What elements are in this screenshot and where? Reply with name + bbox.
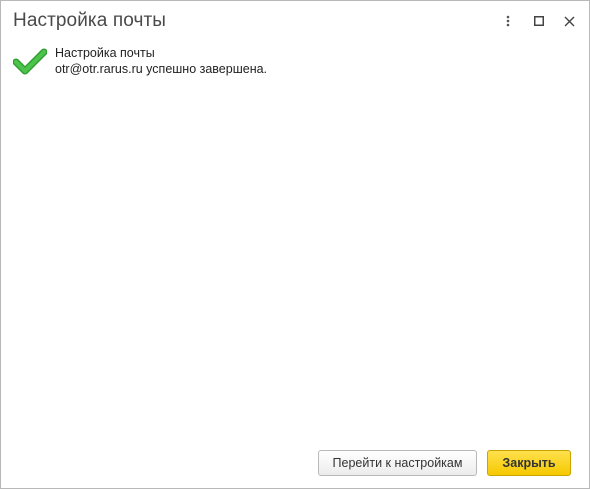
- close-window-button[interactable]: [559, 11, 579, 31]
- status-message-line-2: otr@otr.rarus.ru успешно завершена.: [55, 62, 268, 76]
- green-checkmark-icon: [13, 48, 47, 75]
- maximize-button[interactable]: [529, 11, 549, 31]
- status-message-line-1: Настройка почты: [55, 46, 155, 60]
- close-x-icon: [564, 16, 574, 26]
- status-message-text: Настройка почты otr@otr.rarus.ru успешно…: [55, 45, 267, 77]
- title-bar: Настройка почты: [1, 1, 589, 41]
- more-options-button[interactable]: [498, 11, 518, 31]
- dialog-title: Настройка почты: [13, 10, 167, 31]
- maximize-square-icon: [534, 16, 544, 26]
- vertical-ellipsis-icon: [506, 15, 510, 27]
- status-message: Настройка почты otr@otr.rarus.ru успешно…: [13, 45, 573, 85]
- mail-setup-dialog: Настройка почты Настройка почты otr@otr.…: [0, 0, 590, 489]
- go-to-settings-button[interactable]: Перейти к настройкам: [318, 450, 477, 476]
- close-button[interactable]: Закрыть: [487, 450, 571, 476]
